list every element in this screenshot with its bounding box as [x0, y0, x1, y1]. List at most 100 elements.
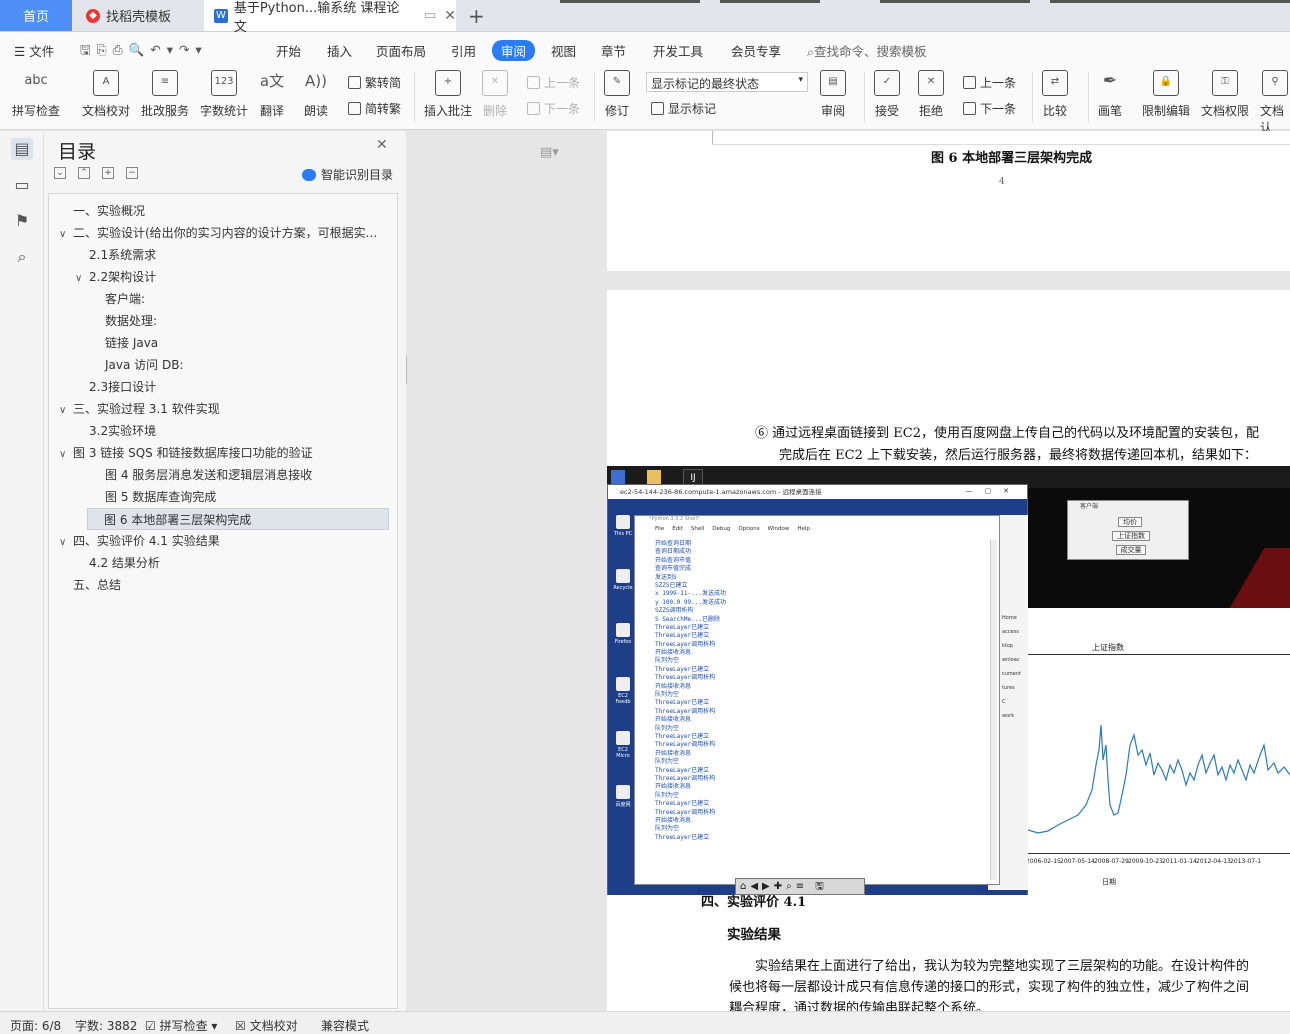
page-indicator[interactable]: 页面: 6/8 [10, 1017, 61, 1034]
read-aloud-button[interactable]: A)) 朗读 [303, 70, 329, 119]
desktop-icon[interactable]: This PC [612, 515, 634, 537]
explorer-item[interactable]: cument [1002, 671, 1021, 677]
shell-menu-item[interactable]: Edit [672, 526, 683, 536]
explorer-item[interactable]: Home [1002, 615, 1017, 621]
explorer-item[interactable]: ktop [1002, 643, 1013, 649]
avg-price-button[interactable]: 均价 [1118, 517, 1142, 527]
toc-item[interactable]: 2.3接口设计 [75, 376, 389, 398]
menu-start[interactable]: 开始 [276, 41, 301, 60]
quick-access-icons[interactable]: 🖫⎘⎙🔍↶▾↷▾ [80, 41, 208, 62]
simp-to-trad-button[interactable]: 简转繁 [348, 100, 401, 117]
chevron-down-icon[interactable]: ∨ [59, 444, 73, 464]
menu-view[interactable]: 视图 [551, 41, 576, 60]
menu-chapter[interactable]: 章节 [601, 41, 626, 60]
tab-home[interactable]: 首页 [0, 0, 72, 31]
volume-button[interactable]: 成交量 [1116, 545, 1146, 555]
explorer-item[interactable]: access [1002, 629, 1019, 635]
reject-button[interactable]: ✕ 拒绝 [918, 70, 944, 119]
smart-toc-button[interactable]: 智能识别目录 [302, 166, 393, 183]
add-heading-icon[interactable]: + [102, 167, 114, 179]
shell-menu-item[interactable]: Options [738, 526, 759, 536]
doc-proof-status[interactable]: ☒ 文档校对 [235, 1017, 298, 1034]
show-markup-button[interactable]: 显示标记 [651, 100, 716, 117]
shell-menu-item[interactable]: Help [797, 526, 810, 536]
section-nav-icon[interactable]: ▭ [11, 174, 33, 196]
shell-menu-item[interactable]: File [655, 526, 664, 536]
shell-scrollbar[interactable] [990, 540, 997, 880]
shell-menu-item[interactable]: Window [768, 526, 790, 536]
doc-view-icon[interactable]: ▤▾ [540, 145, 559, 160]
menu-review[interactable]: 审阅 [492, 40, 536, 61]
accept-button[interactable]: ✓ 接受 [874, 70, 900, 119]
close-icon[interactable]: ✕ [376, 137, 388, 153]
remove-heading-icon[interactable]: − [126, 167, 138, 179]
trad-to-simp-button[interactable]: 繁转简 [348, 74, 401, 91]
spell-check-status[interactable]: ☑ 拼写检查 ▾ [145, 1017, 217, 1034]
toc-item[interactable]: 一、实验概况 [59, 200, 389, 222]
plot-toolbar[interactable]: ⌂◀▶✚⌕≡ 🖫 [735, 878, 865, 895]
revise-service-button[interactable]: ≡ 批改服务 [141, 70, 189, 119]
file-menu[interactable]: ☰ 文件 [14, 41, 54, 60]
explorer-item[interactable]: work [1002, 713, 1014, 719]
chevron-down-icon[interactable]: ∨ [59, 224, 73, 244]
insert-comment-button[interactable]: + 插入批注 [424, 70, 472, 119]
spell-check-button[interactable]: abc 拼写检查 [12, 70, 60, 119]
pen-button[interactable]: ✒ 画笔 [1097, 70, 1123, 119]
delete-comment-button[interactable]: ✕ 删除 [482, 70, 508, 119]
chevron-down-icon[interactable]: ∨ [59, 532, 73, 552]
prev-change-button[interactable]: 上一条 [963, 74, 1016, 91]
explorer-item[interactable]: wnloac [1002, 657, 1020, 663]
translate-button[interactable]: a文 翻译 [259, 70, 285, 119]
desktop-icon[interactable]: EC2 Micro [612, 731, 634, 759]
menu-layout[interactable]: 页面布局 [376, 41, 426, 60]
review-pane-button[interactable]: ▤ 审阅 [820, 70, 846, 119]
new-tab-button[interactable]: + [458, 0, 485, 31]
index-button[interactable]: 上证指数 [1112, 531, 1150, 541]
menu-reference[interactable]: 引用 [451, 41, 476, 60]
collapse-all-icon[interactable]: ⌄ [54, 167, 66, 179]
toc-item[interactable]: ∨ 二、实验设计(给出你的实习内容的设计方案，可根据实... [59, 222, 389, 244]
track-changes-button[interactable]: ✎ 修订 [604, 70, 630, 119]
explorer-item[interactable]: tures [1002, 685, 1015, 691]
desktop-icon[interactable]: Firefox [612, 623, 634, 645]
next-change-button[interactable]: 下一条 [963, 100, 1016, 117]
shell-menu-item[interactable]: Shell [691, 526, 704, 536]
menu-member[interactable]: 会员专享 [731, 41, 781, 60]
toc-item[interactable]: Java 访问 DB: [91, 354, 389, 376]
monitor-icon[interactable]: ▭ [424, 8, 436, 23]
toc-item[interactable]: ∨ 四、实验评价 4.1 实验结果 [59, 530, 389, 552]
toc-item[interactable]: ∨ 图 3 链接 SQS 和链接数据库接口功能的验证 [59, 442, 389, 464]
toc-item[interactable]: 3.2实验环境 [75, 420, 389, 442]
doc-auth-button[interactable]: ⚲ 文档认 [1260, 70, 1290, 136]
next-comment-button[interactable]: 下一条 [527, 100, 580, 117]
toc-item[interactable]: 客户端: [91, 288, 389, 310]
toc-item[interactable]: ∨ 三、实验过程 3.1 软件实现 [59, 398, 389, 420]
expand-up-icon[interactable]: ⌃ [78, 167, 90, 179]
desktop-icon[interactable]: 百度网 [612, 785, 634, 808]
prev-comment-button[interactable]: 上一条 [527, 74, 580, 91]
toc-item[interactable]: 4.2 结果分析 [75, 552, 389, 574]
bookmark-icon[interactable]: ⚑ [11, 210, 33, 232]
chevron-down-icon[interactable]: ∨ [59, 400, 73, 420]
toc-item[interactable]: 2.1系统需求 [75, 244, 389, 266]
tab-document[interactable]: W 基于Python...输系统 课程论文 ▭ ✕ [204, 0, 456, 35]
chevron-down-icon[interactable]: ∨ [75, 268, 89, 288]
doc-proof-button[interactable]: A 文档校对 [82, 70, 130, 119]
shell-menu-item[interactable]: Debug [712, 526, 730, 536]
word-count[interactable]: 字数: 3882 [75, 1017, 137, 1034]
menu-insert[interactable]: 插入 [327, 41, 352, 60]
desktop-icon[interactable]: EC2 Feedb [612, 677, 634, 705]
word-count-button[interactable]: 123 字数统计 [200, 70, 248, 119]
toc-item[interactable]: 图 6 本地部署三层架构完成 [87, 508, 389, 530]
toc-item[interactable]: ∨ 2.2架构设计 [75, 266, 389, 288]
command-search[interactable]: ⌕查找命令、搜索模板 [807, 41, 927, 60]
desktop-icon[interactable]: Recycle [612, 569, 634, 591]
tab-template[interactable]: ◆ 找稻壳模板 [76, 0, 200, 31]
close-tab-icon[interactable]: ✕ [444, 8, 456, 24]
menu-developer[interactable]: 开发工具 [653, 41, 703, 60]
restrict-edit-button[interactable]: 🔒 限制编辑 [1142, 70, 1190, 119]
compare-button[interactable]: ⇄ 比较 [1042, 70, 1068, 119]
toc-item[interactable]: 数据处理: [91, 310, 389, 332]
toc-item[interactable]: 图 5 数据库查询完成 [91, 486, 389, 508]
toc-item[interactable]: 图 4 服务层消息发送和逻辑层消息接收 [91, 464, 389, 486]
